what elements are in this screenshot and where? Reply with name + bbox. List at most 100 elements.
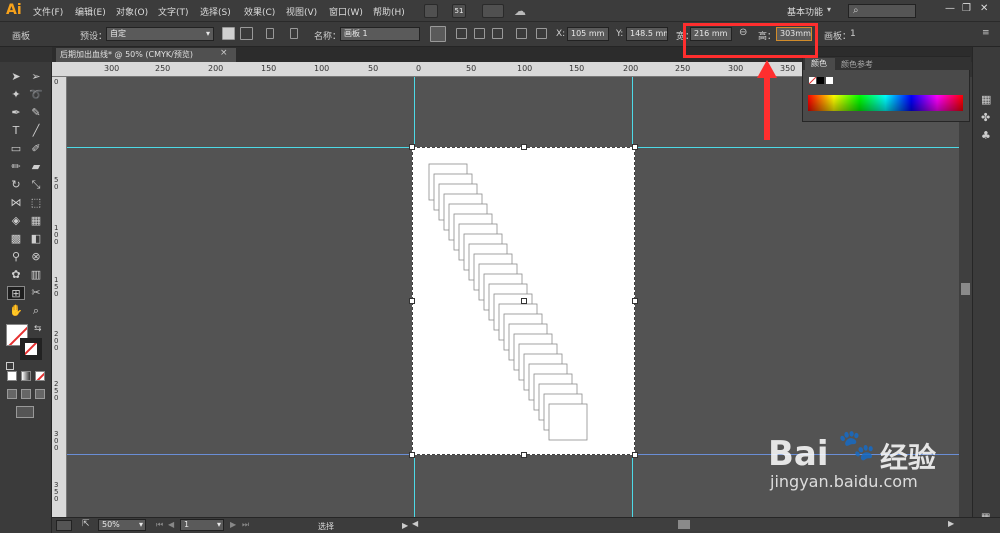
shape-builder-tool-icon[interactable]: ◈: [9, 214, 23, 228]
preset-select[interactable]: 自定 ▾: [106, 27, 214, 41]
show-center-icon[interactable]: [456, 28, 467, 39]
arrange-docs-button[interactable]: [482, 4, 504, 18]
resize-handle[interactable]: [632, 452, 638, 458]
paintbrush-tool-icon[interactable]: ✐: [29, 142, 43, 156]
menu-edit[interactable]: 编辑(E): [75, 5, 106, 18]
workspace-switcher[interactable]: 基本功能: [787, 5, 823, 18]
gradient-mode-icon[interactable]: [21, 371, 31, 381]
brushes-icon[interactable]: ✤: [981, 111, 990, 124]
status-menu-arrow-icon[interactable]: ▶: [402, 521, 408, 530]
lasso-tool-icon[interactable]: ➰: [29, 88, 43, 102]
artboard[interactable]: [409, 144, 638, 458]
swap-colors-icon[interactable]: ⇆: [34, 324, 42, 334]
gpu-icon[interactable]: ☁: [514, 4, 526, 18]
show-crosshairs-icon[interactable]: [474, 28, 485, 39]
stroke-swatch[interactable]: [20, 338, 42, 360]
minimize-button[interactable]: —: [945, 3, 955, 14]
color-mode-icon[interactable]: [7, 371, 17, 381]
menu-effect[interactable]: 效果(C): [244, 5, 275, 18]
y-input[interactable]: 148.5 mm: [626, 27, 668, 41]
magic-wand-tool-icon[interactable]: ✦: [9, 88, 23, 102]
next-page-icon[interactable]: ▶: [230, 520, 236, 529]
menu-window[interactable]: 窗口(W): [329, 5, 363, 18]
curvature-tool-icon[interactable]: ✎: [29, 106, 43, 120]
restore-button[interactable]: ❐: [962, 3, 971, 14]
resize-handle[interactable]: [521, 144, 527, 150]
color-spectrum[interactable]: [808, 95, 963, 111]
menu-view[interactable]: 视图(V): [286, 5, 317, 18]
default-colors-icon[interactable]: [6, 362, 14, 370]
stock-button[interactable]: 51: [452, 4, 466, 18]
prev-page-icon[interactable]: ◀: [168, 520, 174, 529]
horizontal-scrollbar[interactable]: ◀ ▶: [410, 518, 960, 531]
scroll-left-icon[interactable]: ◀: [412, 519, 418, 528]
draw-inside-icon[interactable]: [35, 389, 45, 399]
slice-tool-icon[interactable]: ✂: [29, 286, 43, 300]
rotate-view-icon[interactable]: [56, 520, 72, 531]
draw-normal-icon[interactable]: [7, 389, 17, 399]
resize-handle[interactable]: [632, 144, 638, 150]
delete-artboard-icon[interactable]: [290, 28, 298, 39]
last-page-icon[interactable]: ⏭: [242, 520, 249, 530]
rotate-tool-icon[interactable]: ↻: [9, 178, 23, 192]
resize-handle[interactable]: [409, 452, 415, 458]
hand-tool-icon[interactable]: ✋: [9, 304, 23, 318]
type-tool-icon[interactable]: T: [9, 124, 23, 138]
close-tab-icon[interactable]: ×: [220, 48, 228, 58]
scale-tool-icon[interactable]: ⤡: [29, 178, 43, 192]
gradient-tool-icon[interactable]: ◧: [29, 232, 43, 246]
artboard-tool-icon[interactable]: ⊞: [7, 286, 25, 300]
menu-file[interactable]: 文件(F): [33, 5, 63, 18]
width-tool-icon[interactable]: ⋈: [9, 196, 23, 210]
share-icon[interactable]: ⇱: [82, 519, 90, 529]
none-mode-icon[interactable]: [35, 371, 45, 381]
pen-tool-icon[interactable]: ✒: [9, 106, 23, 120]
portrait-icon[interactable]: [222, 27, 235, 40]
menu-object[interactable]: 对象(O): [116, 5, 148, 18]
menu-select[interactable]: 选择(S): [200, 5, 231, 18]
white-swatch[interactable]: [826, 77, 833, 84]
pencil-tool-icon[interactable]: ✏: [9, 160, 23, 174]
artboard-name-input[interactable]: 画板 1: [340, 27, 420, 41]
resize-handle[interactable]: [409, 144, 415, 150]
swatches-icon[interactable]: ▦: [981, 93, 991, 106]
zoom-tool-icon[interactable]: ⌕: [29, 304, 43, 318]
page-select[interactable]: 1 ▾: [180, 519, 224, 531]
line-tool-icon[interactable]: ╱: [29, 124, 43, 138]
rectangle-tool-icon[interactable]: ▭: [9, 142, 23, 156]
screen-mode-icon[interactable]: [16, 406, 34, 418]
scroll-thumb[interactable]: [678, 520, 690, 529]
landscape-icon[interactable]: [240, 27, 253, 40]
graph-tool-icon[interactable]: ▥: [29, 268, 43, 282]
draw-behind-icon[interactable]: [21, 389, 31, 399]
zoom-select[interactable]: 50% ▾: [98, 519, 146, 531]
move-with-artboard-icon[interactable]: [430, 26, 446, 42]
eraser-tool-icon[interactable]: ▰: [29, 160, 43, 174]
resize-handle[interactable]: [632, 298, 638, 304]
bridge-button[interactable]: [424, 4, 438, 18]
tab-color[interactable]: 颜色: [805, 58, 835, 70]
selection-tool-icon[interactable]: ➤: [9, 70, 23, 84]
resize-handle[interactable]: [409, 298, 415, 304]
tab-color-guide[interactable]: 颜色参考: [841, 59, 873, 70]
reference-point-icon[interactable]: [536, 28, 547, 39]
center-point[interactable]: [521, 298, 527, 304]
document-tab[interactable]: 后期加出血线* @ 50% (CMYK/预览): [56, 48, 236, 62]
panel-menu-icon[interactable]: ≡: [982, 28, 990, 38]
new-artboard-icon[interactable]: [266, 28, 274, 39]
help-search-input[interactable]: ⌕: [848, 4, 916, 18]
none-swatch[interactable]: [809, 77, 816, 84]
video-safe-icon[interactable]: [492, 28, 503, 39]
blend-tool-icon[interactable]: ⊗: [29, 250, 43, 264]
scroll-thumb[interactable]: [961, 283, 970, 295]
eyedropper-tool-icon[interactable]: ⚲: [9, 250, 23, 264]
chevron-down-icon[interactable]: ▾: [827, 5, 831, 14]
black-swatch[interactable]: [817, 77, 824, 84]
first-page-icon[interactable]: ⏮: [156, 520, 163, 530]
menu-type[interactable]: 文字(T): [158, 5, 189, 18]
direct-selection-tool-icon[interactable]: ➢: [29, 70, 43, 84]
symbols-icon[interactable]: ♣: [981, 129, 991, 142]
symbol-sprayer-tool-icon[interactable]: ✿: [9, 268, 23, 282]
artboard-options-icon[interactable]: [516, 28, 527, 39]
mesh-tool-icon[interactable]: ▩: [9, 232, 23, 246]
